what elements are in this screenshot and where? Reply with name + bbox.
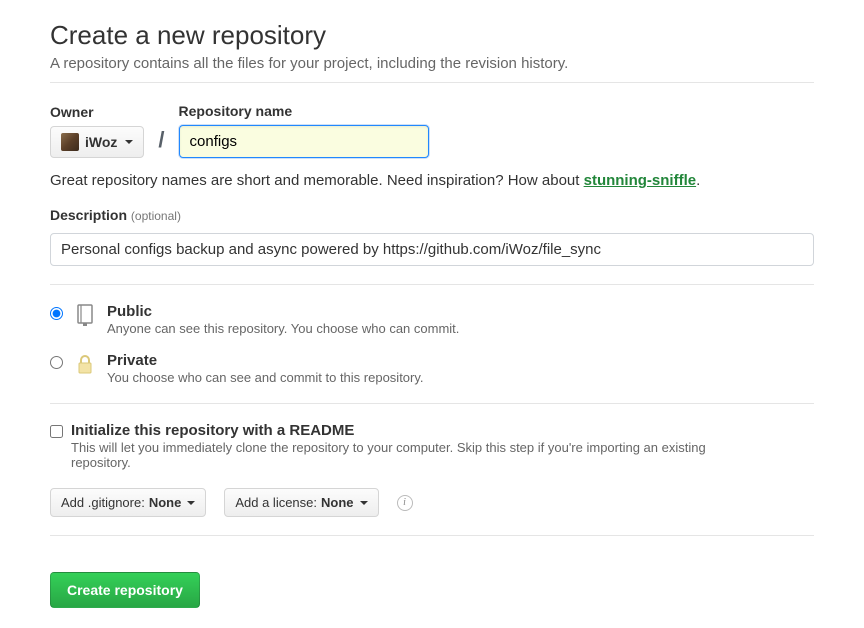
owner-label: Owner	[50, 104, 144, 120]
visibility-option-private[interactable]: Private You choose who can see and commi…	[50, 352, 814, 385]
divider	[50, 535, 814, 536]
optional-label: (optional)	[131, 209, 181, 223]
readme-checkbox[interactable]	[50, 425, 63, 438]
owner-select[interactable]: iWoz	[50, 126, 144, 158]
page-subtitle: A repository contains all the files for …	[50, 55, 814, 72]
gitignore-value: None	[149, 495, 182, 510]
divider	[50, 284, 814, 285]
info-icon[interactable]: i	[397, 495, 413, 511]
public-note: Anyone can see this repository. You choo…	[107, 321, 459, 336]
owner-name: iWoz	[85, 134, 117, 150]
create-repository-button[interactable]: Create repository	[50, 572, 200, 608]
hint-suffix: .	[696, 172, 700, 189]
repo-name-label: Repository name	[179, 103, 429, 119]
slash-separator: /	[156, 127, 166, 158]
lock-icon	[73, 352, 97, 376]
readme-note: This will let you immediately clone the …	[71, 440, 711, 470]
license-label: Add a license:	[235, 495, 317, 510]
license-select[interactable]: Add a license: None	[224, 488, 378, 517]
name-suggestion-link[interactable]: stunning-sniffle	[584, 172, 697, 189]
avatar	[61, 133, 79, 151]
page-title: Create a new repository	[50, 20, 814, 51]
name-hint: Great repository names are short and mem…	[50, 172, 814, 189]
license-value: None	[321, 495, 354, 510]
caret-down-icon	[125, 140, 133, 144]
readme-option: Initialize this repository with a README…	[50, 422, 814, 470]
caret-down-icon	[187, 501, 195, 505]
description-label: Description (optional)	[50, 207, 814, 223]
private-note: You choose who can see and commit to thi…	[107, 370, 424, 385]
private-radio[interactable]	[50, 356, 63, 369]
public-radio[interactable]	[50, 307, 63, 320]
gitignore-label: Add .gitignore:	[61, 495, 145, 510]
divider	[50, 82, 814, 83]
caret-down-icon	[360, 501, 368, 505]
description-input[interactable]	[50, 233, 814, 266]
private-title: Private	[107, 352, 157, 369]
repo-icon	[73, 303, 97, 327]
readme-title: Initialize this repository with a README	[71, 422, 354, 439]
public-title: Public	[107, 303, 152, 320]
hint-prefix: Great repository names are short and mem…	[50, 172, 584, 189]
divider	[50, 403, 814, 404]
repo-name-input[interactable]	[179, 125, 429, 158]
gitignore-select[interactable]: Add .gitignore: None	[50, 488, 206, 517]
visibility-option-public[interactable]: Public Anyone can see this repository. Y…	[50, 303, 814, 336]
